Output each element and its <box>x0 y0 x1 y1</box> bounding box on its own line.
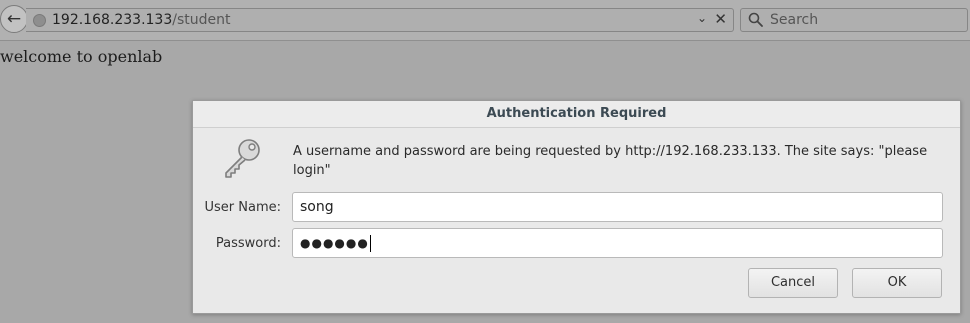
auth-dialog: Authentication Required A username and p… <box>192 100 961 314</box>
address-bar[interactable]: 192.168.233.133/student ⌄ ✕ <box>26 8 734 32</box>
cancel-button[interactable]: Cancel <box>748 268 838 298</box>
browser-toolbar: ← 192.168.233.133/student ⌄ ✕ Search <box>0 0 970 41</box>
text-caret <box>369 234 371 252</box>
ok-button[interactable]: OK <box>852 268 942 298</box>
username-field[interactable]: song <box>292 192 943 222</box>
search-placeholder: Search <box>770 12 819 28</box>
dialog-title: Authentication Required <box>193 101 960 128</box>
url-host: 192.168.233.133 <box>52 12 173 28</box>
close-icon[interactable]: ✕ <box>714 10 727 28</box>
key-icon <box>225 139 260 178</box>
dialog-message: A username and password are being reques… <box>293 144 928 178</box>
password-label: Password: <box>215 236 281 251</box>
site-identity-icon[interactable] <box>33 13 46 27</box>
welcome-text: welcome to openlab <box>0 47 163 66</box>
password-field[interactable]: ●●●●●● <box>292 228 943 258</box>
url-text: 192.168.233.133/student <box>52 12 231 28</box>
search-icon <box>748 12 763 27</box>
search-bar[interactable]: Search <box>740 8 968 32</box>
back-button[interactable]: ← <box>0 5 28 33</box>
chevron-down-icon[interactable]: ⌄ <box>697 11 707 25</box>
username-label: User Name: <box>204 200 282 215</box>
url-path: /student <box>172 12 231 28</box>
back-arrow-icon: ← <box>6 9 22 29</box>
password-mask: ●●●●●● <box>300 236 369 250</box>
